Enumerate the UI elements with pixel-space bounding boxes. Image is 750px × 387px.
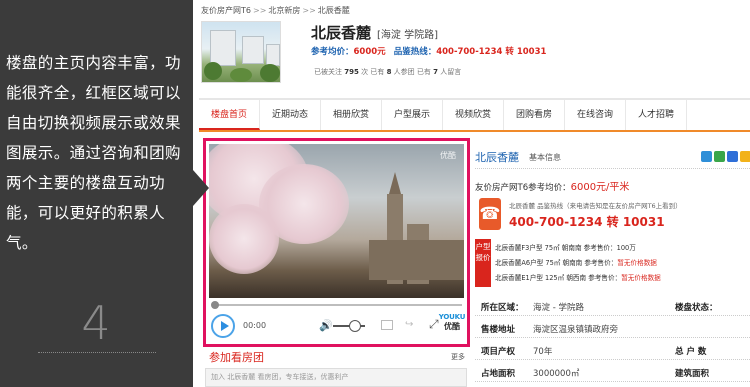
property-page: 友价房产网T6 >> 北京新房 >> 北辰香麓 北辰香麓 [海淀 学院路] 参考均价：6…	[199, 0, 750, 387]
info-title[interactable]: 北辰香麓	[475, 149, 519, 165]
hotline-number-large: 400-700-1234 转 10031	[509, 215, 665, 229]
unit-prices-tag: 户型报价	[475, 239, 491, 287]
share-icon[interactable]: ↪	[405, 319, 413, 330]
breadcrumb: 友价房产网T6 >> 北京新房 >> 北辰香麓	[201, 6, 350, 15]
project-location: [海淀 学院路]	[377, 30, 438, 41]
divider	[38, 352, 156, 353]
price-hotline-row: 参考均价：6000元 品鉴热线：400-700-1234 转 10031	[311, 47, 547, 57]
tab-floorplans[interactable]: 户型展示	[382, 100, 443, 130]
promo-panel: 楼盘的主页内容丰富，功能很齐全，红框区域可以自由切换视频展示或效果图展示。通过咨…	[0, 0, 193, 387]
step-number: 4	[81, 296, 111, 350]
play-icon[interactable]	[211, 314, 235, 338]
unit-prices: 户型报价 北辰香麓F3户型 75㎡ 朝南南 参考售价：100万 北辰香麓A6户型…	[475, 239, 750, 289]
video-player-highlight: 优酷 00:00 🔊 ↪ ⤢ YOUKU 优酷	[203, 138, 470, 347]
group-buy-more-link[interactable]: 更多	[451, 352, 465, 362]
list-item[interactable]: 北辰香麓E1户型 125㎡ 朝西南 参考售价：暂无价格数据	[495, 272, 661, 282]
promo-caption: 楼盘的主页内容丰富，功能很齐全，红框区域可以自由切换视频展示或效果图展示。通过咨…	[6, 54, 181, 252]
volume-icon[interactable]: 🔊	[319, 320, 333, 331]
video-area[interactable]: 优酷	[209, 144, 464, 298]
tab-home[interactable]: 楼盘首页	[199, 100, 260, 130]
share-renren-icon[interactable]	[727, 151, 738, 162]
tab-video[interactable]: 视频欣赏	[443, 100, 504, 130]
breadcrumb-item[interactable]: 北辰香麓	[318, 6, 350, 15]
breadcrumb-item[interactable]: 北京新房	[268, 6, 300, 15]
tab-consult[interactable]: 在线咨询	[565, 100, 626, 130]
info-ref-price: 友价房产网T6参考均价：6000元/平米	[475, 182, 630, 193]
group-buy-item[interactable]: 加入 北辰香麓 看房团，专车接送，优惠利产	[205, 368, 467, 387]
player-controls: 00:00 🔊 ↪ ⤢ YOUKU 优酷	[209, 311, 466, 341]
list-item[interactable]: 北辰香麓A6户型 75㎡ 朝南南 参考售价：暂无价格数据	[495, 257, 657, 267]
table-row: 占地面积 3000000㎡ 建筑面积	[475, 362, 750, 382]
hotline-number: 400-700-1234 转 10031	[436, 47, 547, 57]
tab-album[interactable]: 相册欣赏	[321, 100, 382, 130]
pointer-arrow-icon	[193, 170, 209, 206]
share-douban-icon[interactable]	[714, 151, 725, 162]
hotline-box: ☎ 北辰香麓 品鉴热线（来电请告知是在友价房产网T6上看到） 400-700-1…	[479, 198, 747, 236]
tab-group-buy[interactable]: 团购看房	[504, 100, 565, 130]
group-buy-title: 参加看房团	[209, 351, 264, 364]
share-weibo-icon[interactable]	[701, 151, 712, 162]
share-qzone-icon[interactable]	[740, 151, 750, 162]
project-thumbnail[interactable]	[201, 21, 281, 83]
phone-icon: ☎	[479, 198, 501, 230]
ref-price: 6000元	[353, 47, 386, 57]
tab-jobs[interactable]: 人才招聘	[626, 100, 687, 130]
progress-knob[interactable]	[211, 301, 219, 309]
tab-news[interactable]: 近期动态	[260, 100, 321, 130]
youku-logo: YOUKU 优酷	[438, 313, 466, 331]
table-row: 项目产权 70年总 户 数	[475, 340, 750, 360]
progress-bar[interactable]	[209, 301, 464, 309]
project-title: 北辰香麓	[311, 24, 372, 42]
list-item[interactable]: 北辰香麓F3户型 75㎡ 朝南南 参考售价：100万	[495, 242, 636, 252]
volume-knob[interactable]	[349, 320, 361, 332]
project-stats: 已被关注 795 次 已有 8 人参团 已有 7 人留言	[314, 68, 462, 76]
video-watermark: 优酷	[440, 151, 456, 160]
breadcrumb-item[interactable]: 友价房产网T6	[201, 6, 251, 15]
table-row: 所在区域： 海淀 - 学院路 楼盘状态：	[475, 296, 750, 316]
project-nav: 楼盘首页 近期动态 相册欣赏 户型展示 视频欣赏 团购看房 在线咨询 人才招聘	[199, 98, 750, 132]
time-display: 00:00	[243, 321, 267, 330]
caption-icon[interactable]	[381, 320, 393, 330]
table-row: 售楼地址 海淀区温泉镇镇政府旁	[475, 318, 750, 338]
share-icons	[701, 151, 750, 162]
info-subtitle: 基本信息	[529, 153, 561, 162]
